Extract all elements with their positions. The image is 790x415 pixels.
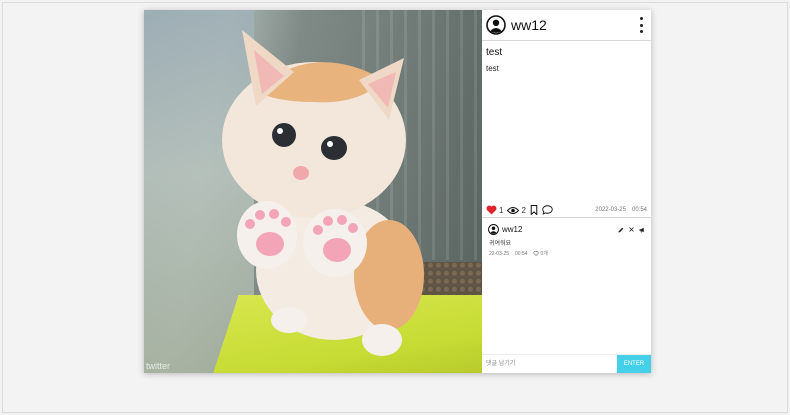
megaphone-icon[interactable] (639, 227, 645, 233)
more-vertical-icon[interactable] (637, 17, 645, 33)
pencil-icon[interactable] (618, 227, 624, 233)
comment-author[interactable]: ww12 (502, 225, 618, 234)
heart-icon[interactable] (486, 205, 497, 215)
comment-meta: 22-03-25 00:54 0개 (489, 250, 645, 258)
comment-header: ww12 (488, 224, 645, 235)
post-author[interactable]: ww12 (511, 17, 637, 33)
photo-watermark: twitter (146, 361, 171, 371)
heart-outline-icon[interactable] (532, 251, 539, 256)
bookmark-icon[interactable] (530, 205, 538, 215)
like-stat: 1 (486, 205, 503, 215)
post-content: test (486, 64, 499, 73)
user-avatar-icon[interactable] (486, 15, 506, 35)
post-header: ww12 (482, 10, 651, 41)
like-count: 1 (499, 205, 504, 215)
post-body: test test (482, 41, 651, 203)
post-time: 00:54 (631, 207, 647, 213)
bookmark-stat[interactable] (530, 205, 538, 215)
comment-actions (618, 227, 645, 233)
comment-bubble-icon[interactable] (542, 205, 553, 215)
view-count: 2 (521, 205, 526, 215)
comment-date: 22-03-25 (489, 250, 510, 257)
post-title: test (486, 47, 503, 58)
comment-list: ww12 귀여워요 22-03-25 00:54 0개 (482, 218, 651, 354)
post-modal: twitter ww12 test test 1 2 2022-03-25 00… (144, 10, 651, 373)
post-side-panel: ww12 test test 1 2 2022-03-25 00:54 ww12… (482, 10, 651, 373)
comment-text: 귀여워요 (489, 241, 512, 247)
view-stat: 2 (507, 205, 526, 215)
post-photo: twitter (144, 10, 482, 373)
comment-input[interactable] (482, 355, 617, 373)
enter-button[interactable]: ENTER (617, 355, 651, 373)
close-icon[interactable] (629, 227, 634, 232)
comment-like-count: 0개 (540, 251, 548, 257)
eye-icon (507, 206, 520, 214)
comment-time: 00:54 (515, 250, 528, 257)
comment-item: ww12 귀여워요 22-03-25 00:54 0개 (488, 224, 645, 257)
comment-stat[interactable] (542, 205, 553, 215)
post-date: 2022-03-25 (595, 207, 626, 213)
comment-form: ENTER (482, 354, 651, 373)
kitten-illustration (222, 30, 424, 356)
user-avatar-icon[interactable] (488, 224, 499, 235)
post-stats-bar: 1 2 2022-03-25 00:54 (482, 203, 651, 218)
comment-like[interactable]: 0개 (532, 250, 548, 257)
